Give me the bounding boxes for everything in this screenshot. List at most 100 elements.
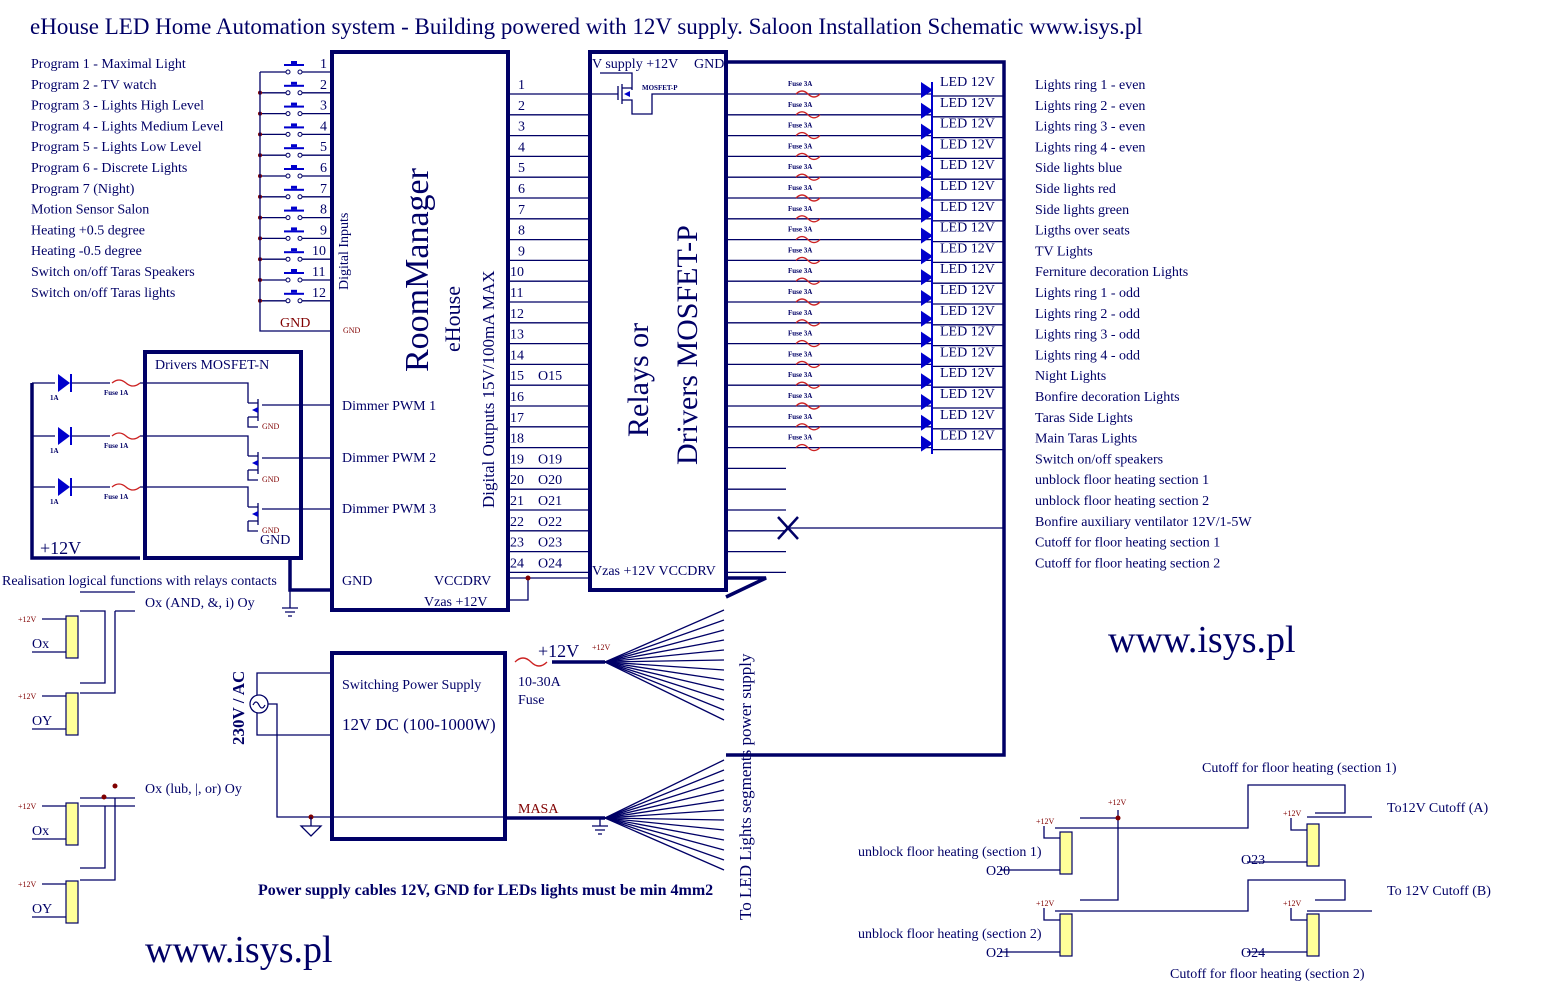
logic-relays: +12V Ox +12V OY +12V Ox +12V OY [18,615,79,924]
output-pin: 22 [510,515,524,530]
cutoff2-title: Cutoff for floor heating (section 2) [1170,967,1365,982]
fan-wire [604,817,725,871]
relay-input-label: Ox [32,824,49,839]
output-pin: 14 [510,348,524,363]
output-pin: 8 [518,224,525,239]
fan-wire [604,639,725,663]
output-pin: 3 [518,120,525,135]
output-description: Ligths over seats [1035,224,1130,239]
cutoff1-title: Cutoff for floor heating (section 1) [1202,761,1397,776]
relay-supply: +12V [18,880,37,889]
output-description: Ferniture decoration Lights [1035,265,1188,280]
or-wiring [80,797,135,881]
heat-wire-a [1055,784,1372,829]
mosfet-gnd: GND [262,475,280,484]
output-description: Side lights blue [1035,161,1122,176]
fuse-label: Fuse 3A [788,434,812,442]
unblock2-label: unblock floor heating (section 2) [858,927,1042,942]
input-pin: 7 [320,182,327,197]
input-pin: 4 [320,119,327,134]
website-left[interactable]: www.isys.pl [145,929,333,971]
plus12-out: +12V [538,641,579,661]
website-right[interactable]: www.isys.pl [1108,619,1296,661]
heat-supply-wire [1080,810,1119,901]
fan-wire [604,609,725,663]
mosfet-gnd: GND [262,422,280,431]
psu-line2: 12V DC (100-1000W) [342,715,496,734]
heating-relays: +12V +12V +12V +12V [1000,809,1320,957]
fan-wire [604,629,725,663]
output-name: O15 [538,369,562,384]
input-label: Heating +0.5 degree [31,223,145,238]
output-pin: 6 [518,182,525,197]
output-name: O23 [538,536,562,551]
output-description: Lights ring 3 - even [1035,120,1145,135]
fuse-label: Fuse 3A [788,101,812,109]
to-cutoff-a: To12V Cutoff (A) [1387,801,1489,816]
heating-12v: +12V [1108,798,1127,807]
output-pin: 11 [510,286,523,301]
fuse-label: Fuse 3A [788,226,812,234]
o24-label: O24 [1241,946,1265,961]
fuse-label: Fuse 3A [788,330,812,338]
fuse-label: Fuse 3A [788,246,812,254]
led-label: LED 12V [940,283,995,298]
segments-label: To LED Lights segments power supply [736,653,755,920]
output-pin: 7 [518,203,525,218]
pwm-wire [32,382,332,428]
fuse-label: Fuse 3A [788,413,812,421]
o23-label: O23 [1241,853,1265,868]
led-label: LED 12V [940,366,995,381]
led-diode-icon [58,427,70,445]
rm-vzas-label: Vzas +12V [424,595,488,610]
output-pin: 9 [518,244,525,259]
output-pin: 4 [518,140,525,155]
heat-wire-b [1055,879,1372,912]
mosfet-n-icon [248,399,259,421]
output-description: Cutoff for floor heating section 1 [1035,536,1220,551]
led-label: LED 12V [940,179,995,194]
outputs-label: Digital Outputs 15V/100mA MAX [479,270,498,508]
fuse-word: Fuse [518,693,544,708]
led-label: LED 12V [940,345,995,360]
pwm-channels: 1A Fuse 1A GND 1A Fuse 1A GND 1A Fuse 1A GND [32,374,332,535]
drivers-n-title: Drivers MOSFET-N [155,358,269,373]
output-description: Lights ring 3 - odd [1035,328,1140,343]
output-descriptions: Lights ring 1 - even Lights ring 2 - even… [1035,78,1252,571]
junction [1115,815,1121,821]
relay-input-label: Ox [32,637,49,652]
mosfet-p-icon [590,72,726,115]
fuse-label: Fuse 3A [788,80,812,88]
input-label: Program 7 (Night) [31,182,135,197]
input-pin: 3 [320,99,327,114]
input-label: Program 4 - Lights Medium Level [31,119,224,134]
dimmer-pwm-2: Dimmer PWM 2 [342,451,436,466]
fuse-icon [111,483,141,491]
input-label: Program 2 - TV watch [31,78,156,93]
schematic: eHouse LED Home Automation system - Buil… [2,14,1491,982]
unblock1-label: unblock floor heating (section 1) [858,845,1042,860]
output-description: Taras Side Lights [1035,411,1133,426]
drivers-p-title-2: Drivers MOSFET-P [671,225,704,465]
output-pin: 12 [510,307,524,322]
drivers-p-supply: V supply +12V [592,57,678,72]
relay-input-label: OY [32,902,52,917]
fuse-label: Fuse 1A [104,442,128,450]
fuse-label: Fuse 3A [788,309,812,317]
logic-or-label: Ox (lub, |, or) Oy [145,782,242,797]
fan-wire [604,661,725,701]
to-cutoff-b: To 12V Cutoff (B) [1387,884,1491,899]
fuse-label: Fuse 3A [788,371,812,379]
output-description: Bonfire auxiliary ventilator 12V/1-5W [1035,515,1252,530]
masa-ground-icon [592,818,608,835]
output-description: unblock floor heating section 1 [1035,473,1209,488]
output-description: Lights ring 4 - even [1035,140,1145,155]
junction [112,783,118,789]
output-pin: 15 [510,369,524,384]
input-pin: 9 [320,223,327,238]
output-pin: 23 [510,536,524,551]
output-name: O19 [538,452,562,467]
input-label: Switch on/off Taras lights [31,286,175,301]
output-pin: 20 [510,473,524,488]
input-pin: 8 [320,203,327,218]
